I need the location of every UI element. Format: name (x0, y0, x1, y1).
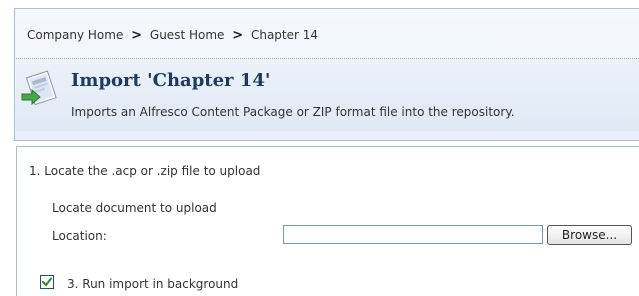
run-in-background-label: 3. Run import in background (67, 277, 239, 291)
breadcrumb-item-company-home[interactable]: Company Home (27, 28, 123, 42)
locate-document-label: Locate document to upload (52, 201, 217, 215)
breadcrumb-separator: > (232, 28, 244, 43)
page-subtitle: Imports an Alfresco Content Package or Z… (71, 105, 515, 119)
browse-button[interactable]: Browse... (547, 225, 632, 245)
location-label: Location: (52, 229, 107, 243)
step-1-label: 1. Locate the .acp or .zip file to uploa… (29, 164, 261, 178)
import-icon (19, 68, 63, 112)
checkmark-icon (42, 277, 52, 286)
breadcrumb-item-chapter-14[interactable]: Chapter 14 (251, 28, 318, 42)
breadcrumb: Company Home > Guest Home > Chapter 14 (27, 26, 318, 44)
breadcrumb-item-guest-home[interactable]: Guest Home (150, 28, 225, 42)
page-title: Import 'Chapter 14' (71, 70, 271, 91)
run-in-background-checkbox[interactable] (40, 275, 54, 289)
breadcrumb-separator: > (131, 28, 143, 43)
location-input[interactable] (283, 225, 543, 244)
